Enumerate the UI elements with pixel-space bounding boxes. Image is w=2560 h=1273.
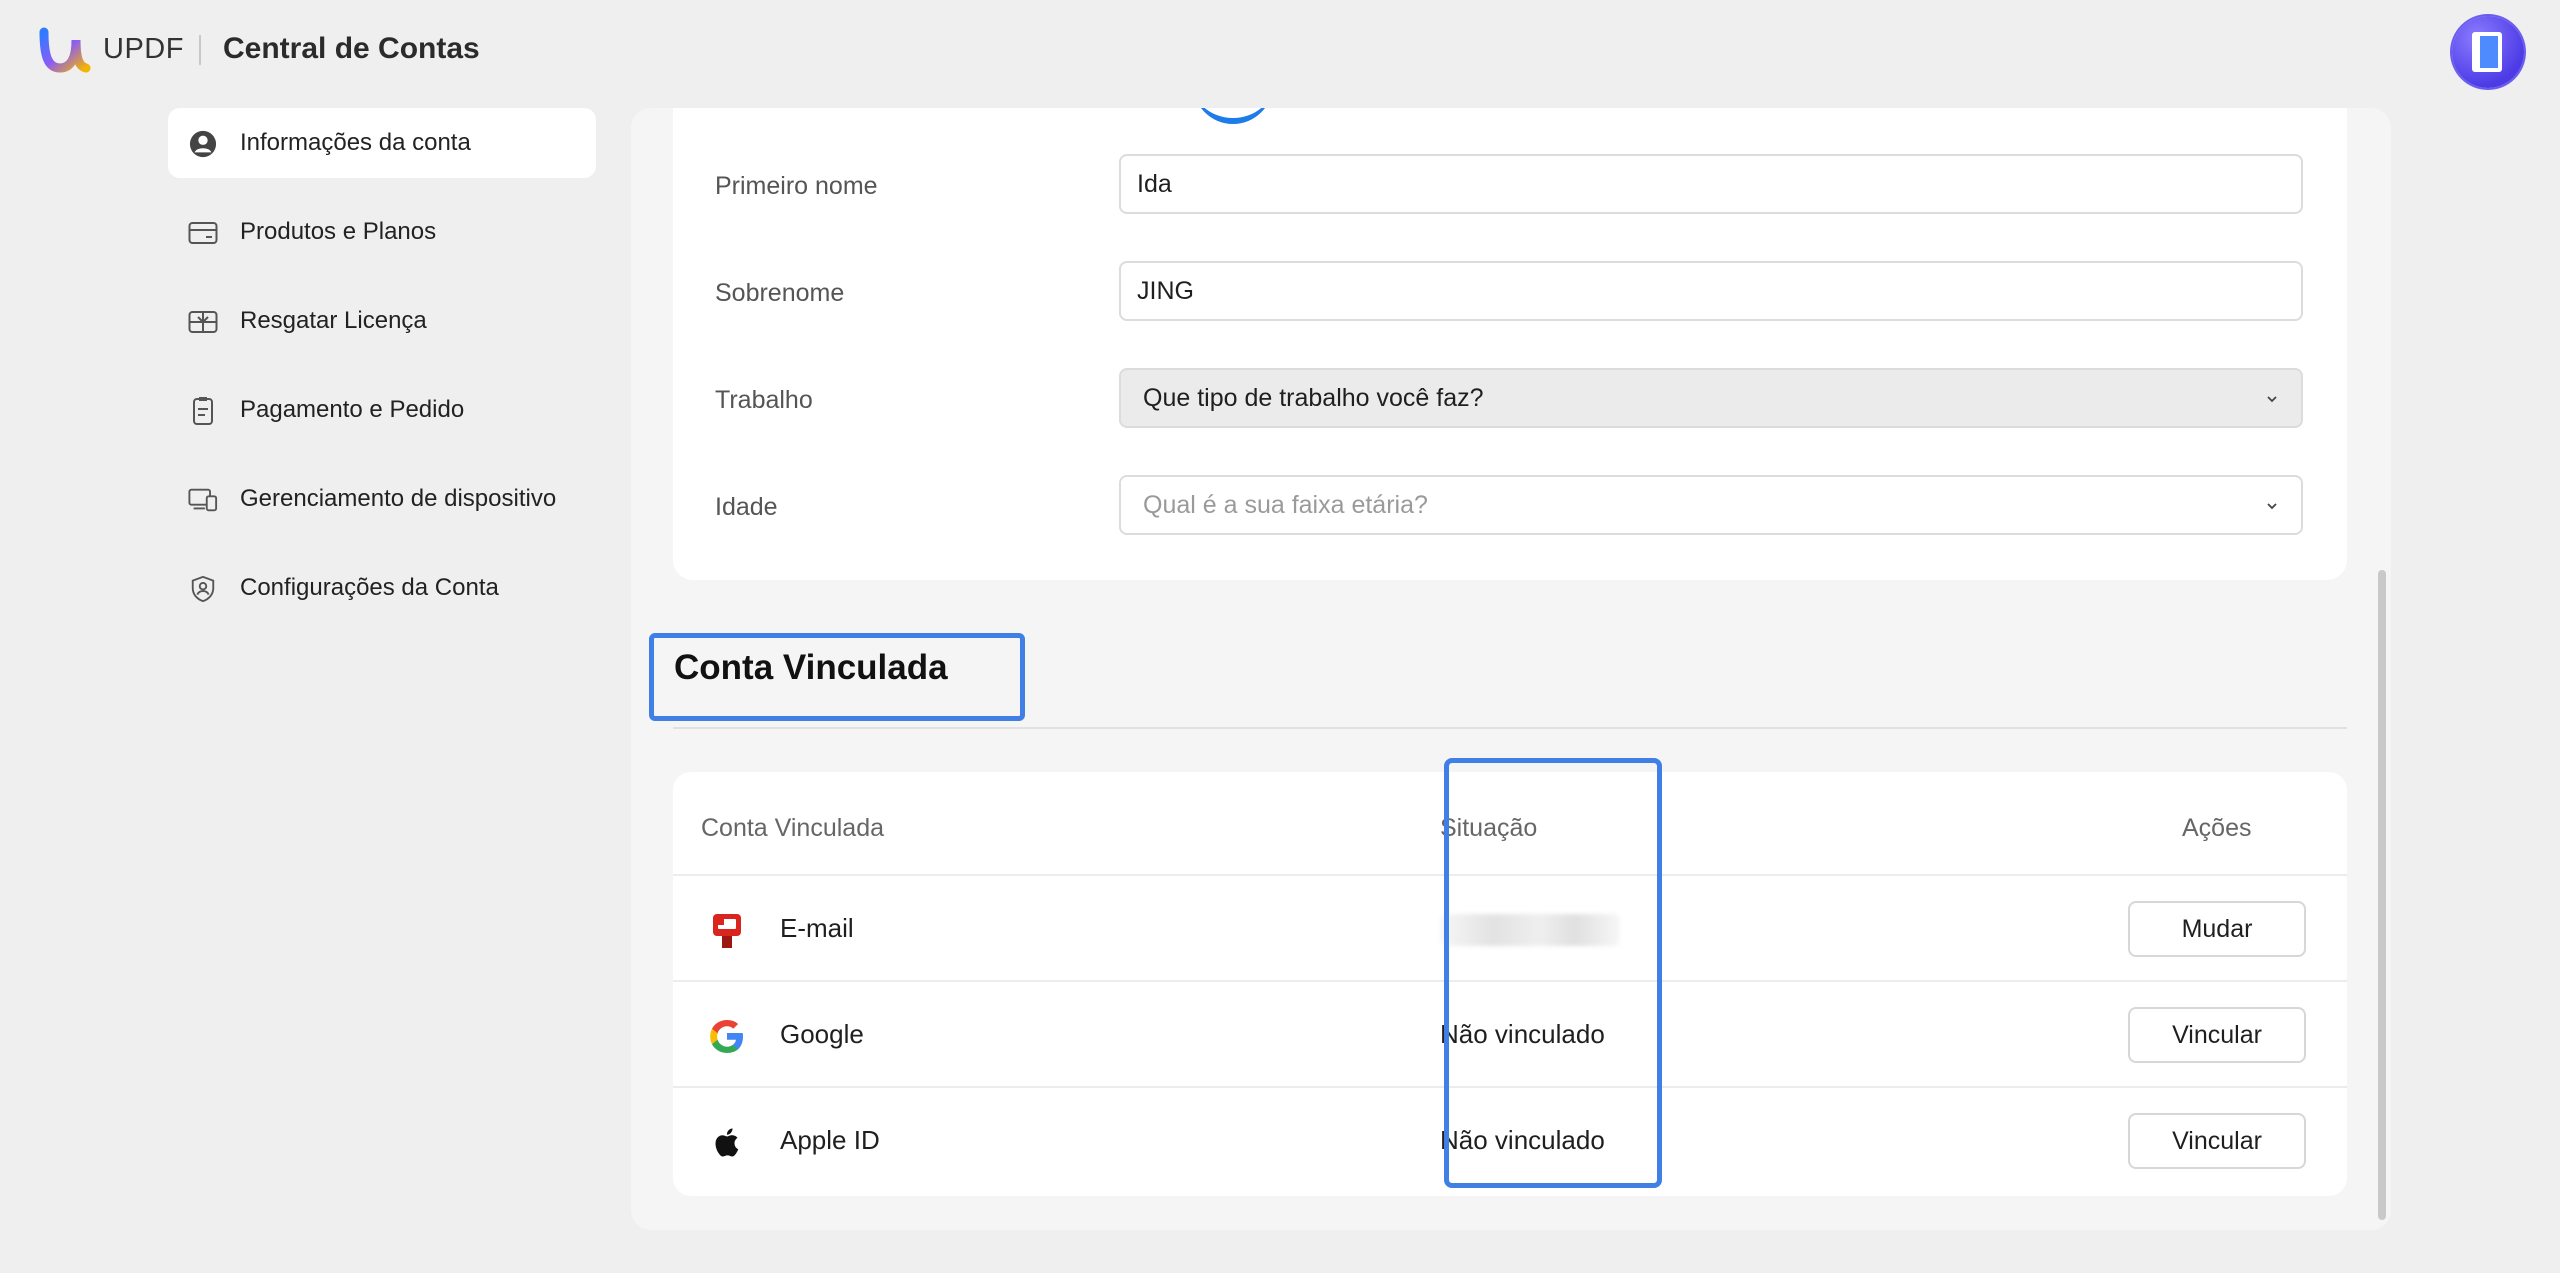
- actions-column-highlight: [1444, 758, 1662, 1188]
- last-name-label: Sobrenome: [715, 279, 845, 307]
- last-name-input[interactable]: JING: [1119, 261, 2303, 321]
- last-name-value: JING: [1137, 276, 1194, 305]
- avatar-edge: [1193, 108, 1273, 124]
- row-account-name: Apple ID: [780, 1125, 880, 1155]
- updf-logo-icon: [39, 27, 91, 73]
- sidebar-item-label: Pagamento e Pedido: [240, 396, 465, 423]
- mailbox-icon: [713, 914, 741, 948]
- gift-card-icon: [188, 311, 218, 333]
- age-select[interactable]: Qual é a sua faixa etária?: [1119, 475, 2303, 535]
- sidebar-item-account-info[interactable]: Informações da conta: [168, 108, 596, 178]
- sidebar-item-redeem-license[interactable]: Resgatar Licença: [168, 286, 596, 356]
- page-title: Central de Contas: [223, 32, 480, 65]
- avatar-glyph-icon: [2472, 32, 2502, 72]
- sidebar: Informações da conta Produtos e Planos R…: [168, 108, 596, 642]
- sidebar-item-label: Configurações da Conta: [240, 574, 499, 601]
- job-value: Que tipo de trabalho você faz?: [1143, 383, 1484, 412]
- sidebar-item-payment[interactable]: Pagamento e Pedido: [168, 375, 596, 445]
- job-label: Trabalho: [715, 386, 813, 414]
- chevron-down-icon: [2267, 396, 2277, 403]
- age-label: Idade: [715, 493, 778, 521]
- user-avatar[interactable]: [2452, 16, 2524, 88]
- column-header-account: Conta Vinculada: [701, 814, 885, 842]
- job-select[interactable]: Que tipo de trabalho você faz?: [1119, 368, 2303, 428]
- header-divider: [199, 35, 201, 65]
- scrollbar[interactable]: [2378, 570, 2386, 1220]
- row-account-name: E-mail: [780, 913, 854, 943]
- apple-icon: [715, 1128, 739, 1157]
- link-apple-button[interactable]: Vincular: [2128, 1113, 2306, 1169]
- sidebar-item-devices[interactable]: Gerenciamento de dispositivo: [168, 464, 596, 534]
- sidebar-item-label: Resgatar Licença: [240, 307, 427, 334]
- row-account-name: Google: [780, 1019, 864, 1049]
- sidebar-item-account-settings[interactable]: Configurações da Conta: [168, 553, 596, 623]
- chevron-down-icon: [2267, 503, 2277, 510]
- column-header-actions: Ações: [2182, 814, 2252, 842]
- first-name-value: Ida: [1137, 169, 1172, 198]
- google-icon: [710, 1020, 743, 1053]
- change-email-button[interactable]: Mudar: [2128, 901, 2306, 957]
- profile-card: Primeiro nome Ida Sobrenome JING Trabalh…: [673, 108, 2347, 580]
- user-circle-icon: [189, 130, 217, 158]
- sidebar-item-label: Gerenciamento de dispositivo: [240, 485, 557, 512]
- app-header: UPDF Central de Contas: [0, 0, 2560, 104]
- section-divider: [673, 727, 2347, 729]
- linked-accounts-title: Conta Vinculada: [674, 648, 948, 687]
- link-google-button[interactable]: Vincular: [2128, 1007, 2306, 1063]
- brand-name: UPDF: [103, 33, 184, 65]
- sidebar-item-products[interactable]: Produtos e Planos: [168, 197, 596, 267]
- sidebar-item-label: Informações da conta: [240, 129, 471, 156]
- first-name-input[interactable]: Ida: [1119, 154, 2303, 214]
- shield-user-icon: [191, 575, 215, 603]
- age-placeholder: Qual é a sua faixa etária?: [1143, 490, 1428, 519]
- clipboard-icon: [193, 397, 213, 425]
- sidebar-item-label: Produtos e Planos: [240, 218, 437, 245]
- card-icon: [188, 222, 218, 244]
- devices-icon: [188, 488, 218, 512]
- first-name-label: Primeiro nome: [715, 172, 878, 200]
